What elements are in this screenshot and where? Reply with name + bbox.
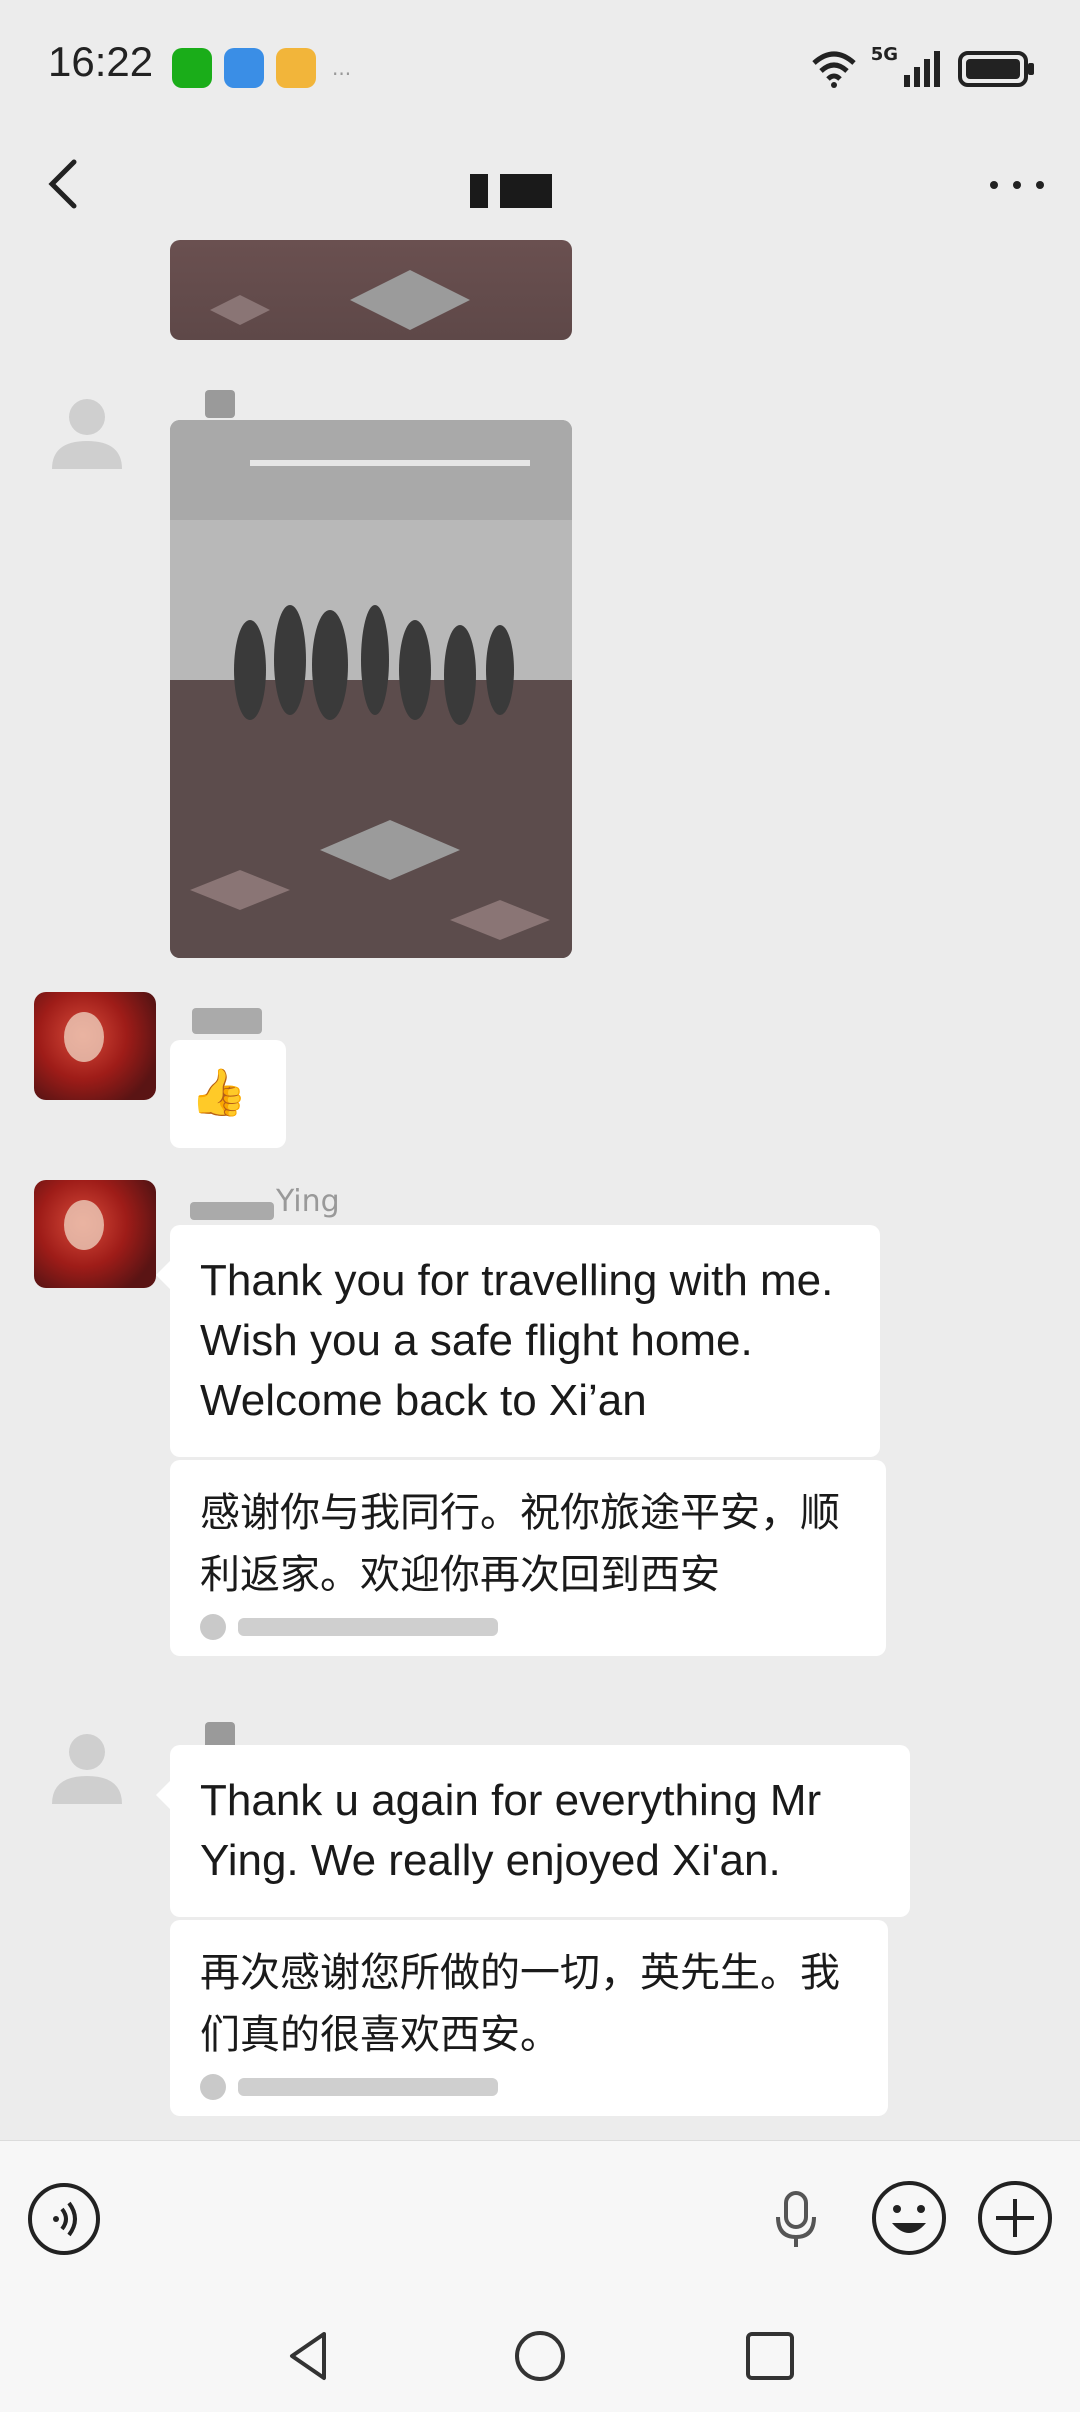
message-bubble[interactable]: Thank you for travelling with me. Wish y…: [156, 1225, 880, 1457]
voice-toggle-button[interactable]: [26, 2181, 102, 2257]
image-pattern: [210, 270, 470, 330]
message-image[interactable]: [170, 240, 572, 340]
translation-bubble[interactable]: 感谢你与我同行。祝你旅途平安，顺利返家。欢迎你再次回到西安: [170, 1460, 886, 1656]
message-bubble[interactable]: Thank u again for everything Mr Ying. We…: [156, 1745, 910, 1917]
chat-header: [0, 130, 1080, 240]
translation-source: [200, 1614, 856, 1640]
weather-icon: [276, 48, 316, 88]
message-text: Thank you for travelling with me. Wish y…: [200, 1256, 834, 1425]
message-image[interactable]: [170, 420, 572, 958]
translation-text: 再次感谢您所做的一切，英先生。我们真的很喜欢西安。: [200, 1950, 840, 2058]
contact-avatar[interactable]: [42, 1720, 132, 1810]
sender-name-redacted: [205, 390, 235, 418]
more-dot-icon: [1013, 181, 1021, 189]
sender-name-redacted: [190, 1202, 274, 1220]
nav-recents-icon[interactable]: [742, 2328, 798, 2384]
back-button[interactable]: [34, 148, 94, 218]
wifi-icon: [812, 51, 856, 88]
translation-source-redacted: [238, 1618, 498, 1636]
microphone-icon: [776, 2191, 816, 2247]
more-dot-icon: [1036, 181, 1044, 189]
message-text: Thank u again for everything Mr Ying. We…: [200, 1776, 822, 1885]
smiley-icon: [872, 2181, 946, 2255]
sender-name: Ying: [276, 1184, 340, 1219]
translation-text: 感谢你与我同行。祝你旅途平安，顺利返家。欢迎你再次回到西安: [200, 1490, 840, 1598]
message-list[interactable]: 👍 Ying Thank you for travelling with me.…: [0, 240, 1080, 2140]
system-navigation-bar: [0, 2300, 1080, 2412]
translation-source: [200, 2074, 858, 2100]
add-button[interactable]: [976, 2179, 1054, 2257]
chevron-left-icon: [48, 159, 77, 209]
voice-icon: [28, 2183, 100, 2255]
battery-icon: [958, 51, 1034, 87]
signal-icon: [904, 51, 940, 87]
translate-icon: [200, 1614, 226, 1640]
more-dot-icon: [990, 181, 998, 189]
title-redacted: [500, 174, 552, 208]
translate-icon: [200, 2074, 226, 2100]
plus-icon: [978, 2181, 1052, 2255]
sender-name-redacted: [192, 1008, 262, 1034]
input-bar: [0, 2140, 1080, 2300]
network-label: 5G: [870, 44, 898, 65]
status-bar: 16:22 ··· 5G: [0, 0, 1080, 130]
status-icons: 5G: [811, 44, 1036, 94]
nav-home-icon[interactable]: [512, 2328, 568, 2384]
microphone-button[interactable]: [768, 2187, 824, 2251]
emoji-button[interactable]: [870, 2179, 948, 2257]
office-photo: [170, 420, 572, 958]
user-avatar[interactable]: [34, 1180, 156, 1288]
app-icon: [224, 48, 264, 88]
contact-avatar[interactable]: [42, 385, 132, 475]
more-button[interactable]: [982, 160, 1052, 210]
nav-back-icon[interactable]: [280, 2328, 336, 2384]
status-time: 16:22: [48, 38, 154, 85]
user-avatar[interactable]: [34, 992, 156, 1100]
wechat-icon: [172, 48, 212, 88]
chat-title: [470, 170, 580, 212]
translation-bubble[interactable]: 再次感谢您所做的一切，英先生。我们真的很喜欢西安。: [170, 1920, 888, 2116]
translation-source-redacted: [238, 2078, 498, 2096]
emoji-bubble[interactable]: 👍: [170, 1040, 286, 1148]
thumbs-up-emoji: 👍: [190, 1066, 248, 1118]
title-redacted: [470, 174, 488, 208]
more-notifications-icon: ···: [332, 62, 352, 86]
